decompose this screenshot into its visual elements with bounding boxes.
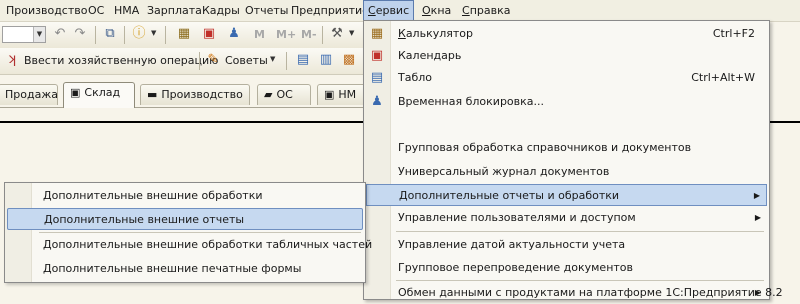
forward-icon[interactable]: ↷ xyxy=(72,26,88,42)
menu-item-group-reposting[interactable]: Групповое перепроведение документов xyxy=(366,257,767,279)
menu-item-universal-journal[interactable]: Универсальный журнал документов xyxy=(366,161,767,183)
users-icon[interactable]: ♟ xyxy=(226,26,242,42)
menu-bar: Производство ОС НМА Зарплата Кадры Отчет… xyxy=(0,0,800,22)
menu-item-group-processing[interactable]: Групповая обработка справочников и докум… xyxy=(366,137,767,159)
tips-button[interactable]: Советы xyxy=(225,53,268,69)
info-dropdown-icon[interactable]: ▼ xyxy=(151,29,156,37)
submenu-arrow-icon: ▶ xyxy=(754,288,761,297)
menu-windows[interactable]: Окна xyxy=(418,0,455,21)
submenu-item-external-reports[interactable]: Дополнительные внешние отчеты xyxy=(7,208,363,230)
submenu-item-table-processing[interactable]: Дополнительные внешние обработки табличн… xyxy=(7,234,372,256)
submenu-item-print-forms[interactable]: Дополнительные внешние печатные формы xyxy=(7,258,363,280)
menu-help[interactable]: Справка xyxy=(458,0,514,21)
tips-icon: ✎ xyxy=(207,52,219,67)
production-icon: ▬ xyxy=(147,88,158,101)
service-menu: ▦ Калькулятор Ctrl+F2 ▣ Календарь ▤ Табл… xyxy=(363,20,783,300)
tab-fixed-assets[interactable]: ▰ ОС xyxy=(257,84,311,105)
menu-item-actuality-date[interactable]: Управление датой актуальности учета xyxy=(366,234,767,256)
toolbar-separator xyxy=(199,52,200,70)
menu-item-temporary-lock[interactable]: ♟ Временная блокировка... xyxy=(366,91,767,113)
submenu-arrow-icon: ▶ xyxy=(753,191,760,200)
menu-item-data-exchange[interactable]: Обмен данными с продуктами на платформе … xyxy=(366,282,783,304)
menu-item-user-management[interactable]: Управление пользователями и доступом ▶ xyxy=(366,207,767,229)
menu-item-calendar[interactable]: ▣ Календарь xyxy=(366,45,767,67)
toolbar-separator xyxy=(286,52,287,70)
menu-separator xyxy=(39,232,361,233)
menu-separator xyxy=(396,280,764,281)
tab-production[interactable]: ▬ Производство xyxy=(140,84,250,105)
menu-intangible-assets[interactable]: НМА xyxy=(110,0,143,21)
toolbar-separator xyxy=(124,26,125,44)
display-board-icon: ▤ xyxy=(370,70,384,85)
chart-icon[interactable]: ▩ xyxy=(341,52,357,68)
table-icon[interactable]: ▤ xyxy=(295,52,311,68)
menu-hr[interactable]: Кадры xyxy=(198,0,244,21)
menu-service[interactable]: Сервис xyxy=(363,0,415,21)
combo-arrow-icon[interactable]: ▼ xyxy=(33,27,45,42)
section-tabs: Продажа ▣ Склад ▬ Производство ▰ ОС ▣ НМ xyxy=(0,80,367,108)
additional-reports-submenu: Дополнительные внешние обработки Дополни… xyxy=(4,182,372,283)
memory-button[interactable]: M xyxy=(254,27,265,43)
search-combo[interactable]: ▼ xyxy=(2,26,46,43)
toolbar-separator xyxy=(95,26,96,44)
calculator-icon[interactable]: ▦ xyxy=(176,26,192,42)
tools-dropdown-icon[interactable]: ▼ xyxy=(349,29,354,37)
truck-icon: ▰ xyxy=(264,88,273,101)
menu-item-calculator[interactable]: ▦ Калькулятор Ctrl+F2 xyxy=(366,23,767,45)
toolbar-separator xyxy=(165,26,166,44)
menu-production[interactable]: Производство xyxy=(2,0,91,21)
enter-operation-button[interactable]: Ввести хозяйственную операцию xyxy=(24,53,218,69)
menu-separator xyxy=(396,231,764,232)
menu-item-additional-reports[interactable]: Дополнительные отчеты и обработки ▶ xyxy=(366,184,767,206)
memory-minus-button[interactable]: M- xyxy=(301,27,317,43)
submenu-arrow-icon: ▶ xyxy=(754,213,761,222)
menu-reports[interactable]: Отчеты xyxy=(241,0,292,21)
shortcut-label: Ctrl+F2 xyxy=(712,27,755,40)
calendar-icon: ▣ xyxy=(370,48,384,63)
menu-fixed-assets[interactable]: ОС xyxy=(84,0,108,21)
intangible-icon: ▣ xyxy=(324,88,335,101)
menu-enterprise[interactable]: Предприятие xyxy=(287,0,373,21)
tab-sales[interactable]: Продажа xyxy=(0,84,58,105)
menu-salary[interactable]: Зарплата xyxy=(143,0,206,21)
tools-icon[interactable]: ⚒ xyxy=(329,26,345,42)
calendar-icon[interactable]: ▣ xyxy=(201,26,217,42)
copy-window-icon[interactable]: ⧉ xyxy=(102,26,118,42)
lock-users-icon: ♟ xyxy=(371,94,383,109)
calculator-icon: ▦ xyxy=(370,26,384,41)
report-icon[interactable]: ▥ xyxy=(318,52,334,68)
warehouse-icon: ▣ xyxy=(70,86,81,99)
menu-item-display-board[interactable]: ▤ Табло Ctrl+Alt+W xyxy=(366,67,767,89)
back-icon[interactable]: ↶ xyxy=(52,26,68,42)
info-icon[interactable]: ⓘ xyxy=(131,26,147,42)
submenu-item-external-processing[interactable]: Дополнительные внешние обработки xyxy=(7,185,363,207)
toolbar-separator xyxy=(322,26,323,44)
shortcut-label: Ctrl+Alt+W xyxy=(691,71,755,84)
operations-toolbar: ʞ Ввести хозяйственную операцию ✎ Советы… xyxy=(0,48,365,75)
tab-intangible-assets[interactable]: ▣ НМ xyxy=(317,84,367,105)
memory-plus-button[interactable]: M+ xyxy=(276,27,296,43)
tab-warehouse[interactable]: ▣ Склад xyxy=(63,82,135,108)
operation-icon: ʞ xyxy=(7,52,17,67)
tips-dropdown-icon[interactable]: ▼ xyxy=(270,55,275,63)
standard-toolbar: ▼ ↶ ↷ ⧉ ⓘ ▼ ▦ ▣ ♟ M M+ M- ⚒ ▼ xyxy=(0,22,365,49)
